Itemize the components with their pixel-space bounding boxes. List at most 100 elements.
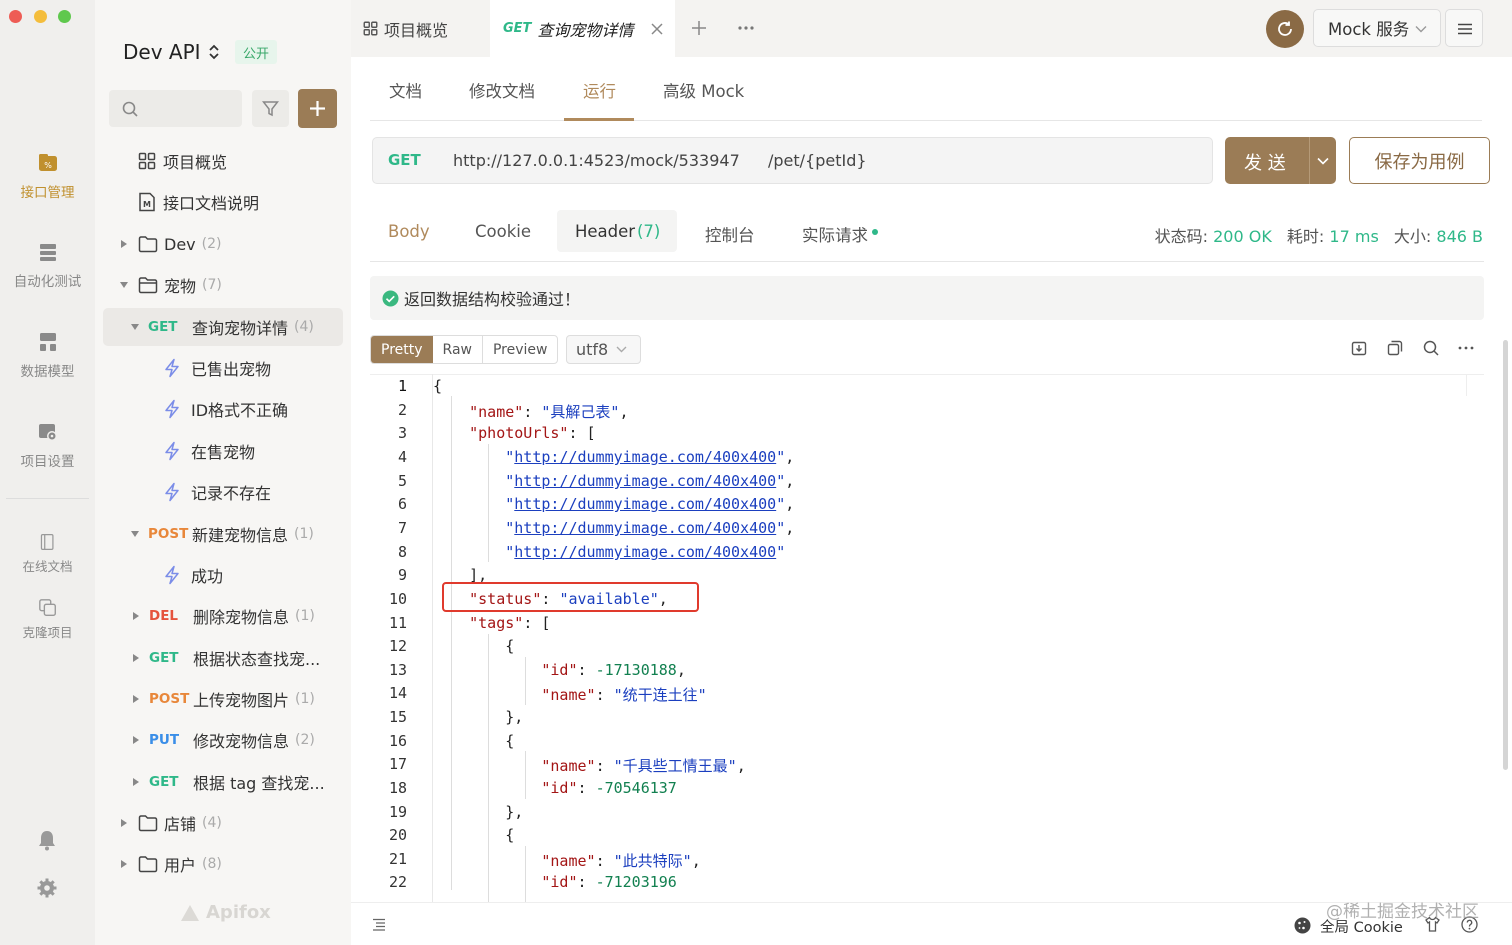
tab-docs[interactable]: 文档 (389, 78, 422, 102)
rail-item-project-settings[interactable]: 项目设置 (0, 421, 95, 470)
tree-count: (1) (294, 526, 314, 542)
copy-icon[interactable] (1387, 340, 1403, 356)
filter-button[interactable] (252, 90, 289, 127)
send-button[interactable]: 发 送 (1225, 137, 1336, 184)
tree-case-invalid-id[interactable]: ID格式不正确 (103, 390, 343, 428)
tree-folder-dev[interactable]: Dev (2) (103, 225, 343, 263)
folder-icon (138, 236, 158, 253)
rail-item-data-model[interactable]: 数据模型 (0, 331, 95, 380)
cookie-icon (1294, 917, 1311, 934)
line-number: 7 (397, 519, 407, 537)
format-pretty[interactable]: Pretty (371, 336, 433, 363)
tab-get-pet-detail[interactable]: GET 查询宠物详情 (490, 0, 675, 57)
lightning-icon (165, 441, 179, 461)
tab-project-overview[interactable]: 项目概览 (363, 0, 448, 57)
sync-button[interactable] (1266, 10, 1304, 48)
tree-endpoint-find-by-tag[interactable]: GET 根据 tag 查找宠... (103, 763, 343, 801)
tree-item-overview[interactable]: 项目概览 (103, 142, 343, 180)
request-method[interactable]: GET (388, 151, 421, 169)
settings-gear-icon[interactable] (37, 878, 57, 898)
tree-folder-store[interactable]: 店铺 (4) (103, 804, 343, 842)
tree-count: (1) (295, 608, 315, 624)
format-raw[interactable]: Raw (433, 336, 483, 363)
code-line-18: "id": -70546137 (541, 779, 677, 797)
tree-folder-pet[interactable]: 宠物 (7) (103, 266, 343, 304)
rail-item-automation[interactable]: 自动化测试 (0, 241, 95, 290)
tree-label: 删除宠物信息 (193, 608, 290, 627)
format-preview[interactable]: Preview (483, 336, 557, 363)
line-number: 3 (397, 424, 407, 442)
close-window-button[interactable] (9, 10, 22, 23)
maximize-window-button[interactable] (58, 10, 71, 23)
line-number: 6 (397, 495, 407, 513)
more-options-icon[interactable] (1458, 346, 1474, 350)
tab-edit-docs[interactable]: 修改文档 (469, 78, 535, 102)
sync-icon (1278, 21, 1292, 36)
tab-label: 查询宠物详情 (537, 20, 634, 40)
search-input[interactable] (109, 90, 242, 127)
notification-bell-icon[interactable] (37, 829, 57, 851)
tree-case-not-found[interactable]: 记录不存在 (103, 473, 343, 511)
clone-icon (38, 599, 56, 616)
tab-cookie[interactable]: Cookie (475, 222, 531, 241)
outline-toggle-icon[interactable] (372, 918, 386, 931)
validation-banner: 返回数据结构校验通过！ (370, 276, 1484, 320)
rail-item-api-management[interactable]: % 接口管理 (0, 152, 95, 201)
tree-endpoint-delete-pet[interactable]: DEL 删除宠物信息 (1) (103, 597, 343, 635)
code-line-13: "id": -17130188, (541, 661, 686, 679)
tab-console[interactable]: 控制台 (705, 222, 755, 246)
tab-run[interactable]: 运行 (583, 78, 616, 102)
rail-item-online-docs[interactable]: 在线文档 (0, 532, 95, 575)
tree-case-on-sale[interactable]: 在售宠物 (103, 432, 343, 470)
line-number: 1 (397, 377, 407, 395)
document-icon (40, 534, 54, 550)
tree-item-doc-readme[interactable]: M 接口文档说明 (103, 183, 343, 221)
encoding-select[interactable]: utf8 (566, 335, 641, 364)
main-menu-button[interactable] (1445, 9, 1483, 47)
status-highlight-box (442, 582, 699, 612)
lightning-icon (165, 358, 179, 378)
tree-label: 项目概览 (163, 153, 228, 172)
rail-item-clone-project[interactable]: 克隆项目 (0, 598, 95, 641)
response-body-viewer[interactable]: 1 { 2 "name": "具解己表", 3 "photoUrls": [ 4… (370, 374, 1484, 902)
url-bar[interactable]: GET http://127.0.0.1:4523/mock/533947 /p… (372, 137, 1213, 184)
project-switcher[interactable]: Dev API (123, 40, 220, 64)
project-name: Dev API (123, 40, 201, 64)
chevron-down-icon[interactable] (1317, 157, 1329, 165)
search-icon[interactable] (1423, 340, 1439, 356)
tree-case-sold[interactable]: 已售出宠物 (103, 349, 343, 387)
tree-count: (1) (295, 691, 315, 707)
tab-header[interactable]: Header (7) (557, 210, 677, 252)
more-tabs-icon[interactable] (738, 26, 754, 30)
tree-count: (2) (201, 236, 222, 252)
encoding-value: utf8 (576, 340, 609, 359)
code-line-12: { (433, 637, 515, 655)
new-tab-plus-icon[interactable] (691, 20, 707, 36)
tab-body[interactable]: Body (388, 222, 430, 241)
vertical-scrollbar[interactable] (1503, 340, 1508, 770)
code-top-border (370, 374, 1484, 375)
tree-endpoint-find-by-status[interactable]: GET 根据状态查找宠... (103, 639, 343, 677)
code-line-22: "id": -71203196 (541, 873, 677, 891)
tree-endpoint-update-pet[interactable]: PUT 修改宠物信息 (2) (103, 721, 343, 759)
close-tab-icon[interactable] (651, 23, 663, 35)
tree-endpoint-upload-image[interactable]: POST 上传宠物图片 (1) (103, 680, 343, 718)
code-line-6: "http://dummyimage.com/400x400", (505, 495, 795, 513)
save-as-case-button[interactable]: 保存为用例 (1349, 137, 1490, 184)
tree-case-success[interactable]: 成功 (103, 556, 343, 594)
code-line-20: { (433, 826, 515, 844)
url-path-input[interactable]: /pet/{petId} (768, 151, 867, 170)
settings-folder-icon (38, 424, 57, 441)
tab-advanced-mock[interactable]: 高级 Mock (663, 78, 744, 102)
minimize-window-button[interactable] (34, 10, 47, 23)
active-tab-indicator (564, 118, 634, 121)
tree-endpoint-post-create-pet[interactable]: POST 新建宠物信息 (1) (103, 515, 343, 553)
add-button[interactable] (298, 89, 337, 128)
code-line-4: "http://dummyimage.com/400x400", (505, 448, 795, 466)
download-icon[interactable] (1351, 340, 1367, 356)
mock-service-dropdown[interactable]: Mock 服务 (1313, 9, 1441, 47)
tree-label: ID格式不正确 (191, 401, 289, 420)
tree-endpoint-get-pet-detail[interactable]: GET 查询宠物详情 (4) (103, 308, 343, 346)
tab-actual-request[interactable]: 实际请求 (802, 222, 868, 246)
tree-folder-user[interactable]: 用户 (8) (103, 845, 343, 883)
